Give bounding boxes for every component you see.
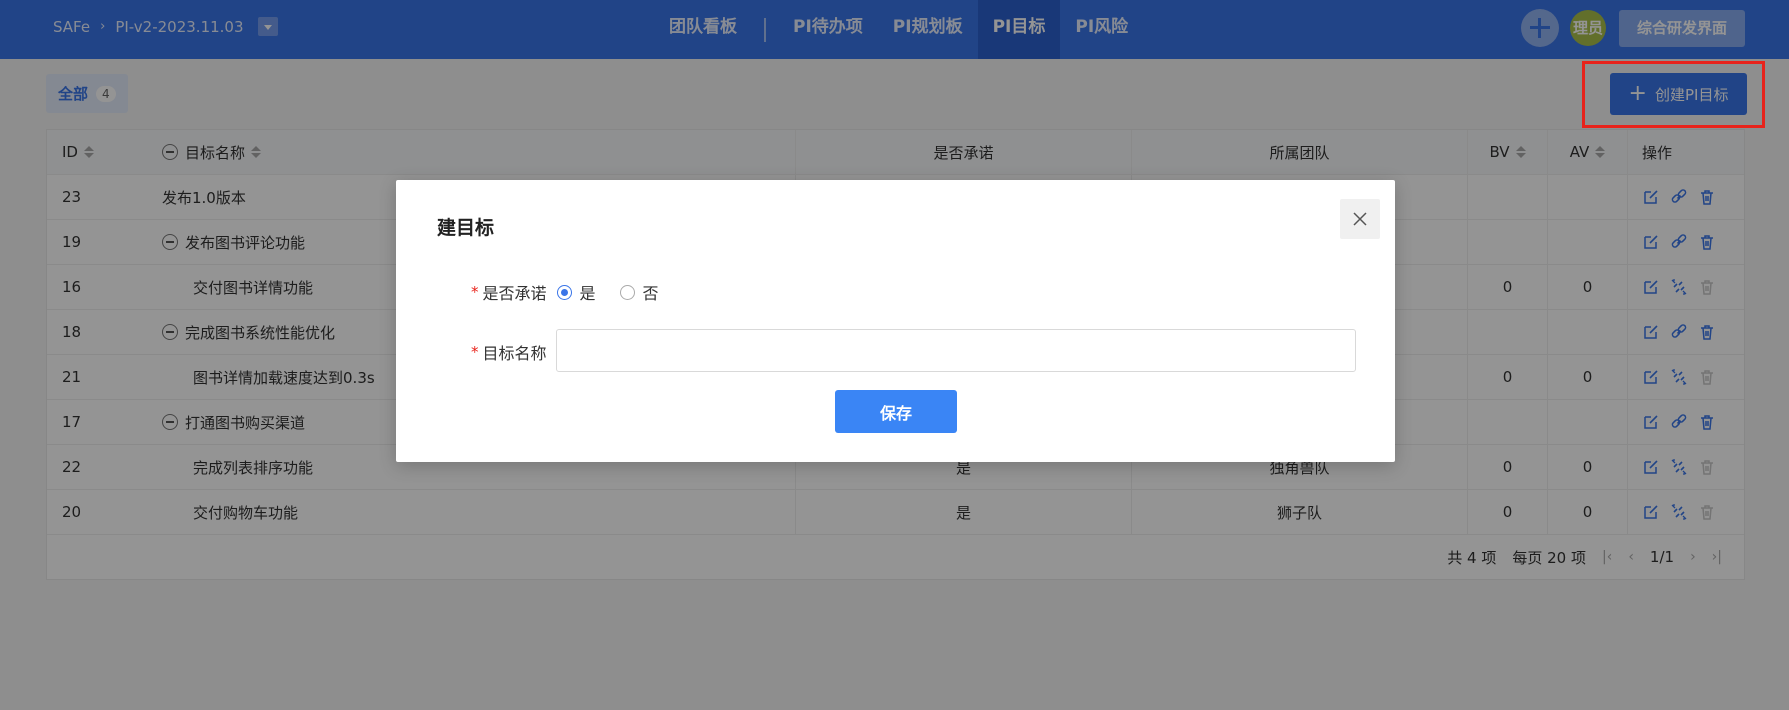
commit-no-label: 否 xyxy=(642,284,659,303)
commit-label: 是否承诺 xyxy=(482,284,547,303)
commit-yes-radio[interactable]: 是 xyxy=(556,280,596,304)
save-button[interactable]: 保存 xyxy=(835,390,957,433)
name-label: 目标名称 xyxy=(482,344,547,363)
dialog-title: 建目标 xyxy=(437,217,495,239)
radio-unchecked-icon xyxy=(619,284,635,300)
create-objective-dialog: 建目标 * 是否承诺 是 否 * 目标名称 保存 xyxy=(396,180,1395,462)
commit-field: * 是否承诺 是 否 xyxy=(471,280,659,304)
commit-no-radio[interactable]: 否 xyxy=(619,280,659,304)
objective-name-input[interactable] xyxy=(556,329,1356,372)
radio-checked-icon xyxy=(556,284,572,300)
name-field: * 目标名称 xyxy=(471,340,547,364)
close-icon[interactable] xyxy=(1340,199,1380,239)
required-mark: * xyxy=(471,343,479,361)
commit-yes-label: 是 xyxy=(579,284,596,303)
required-mark: * xyxy=(471,283,479,301)
